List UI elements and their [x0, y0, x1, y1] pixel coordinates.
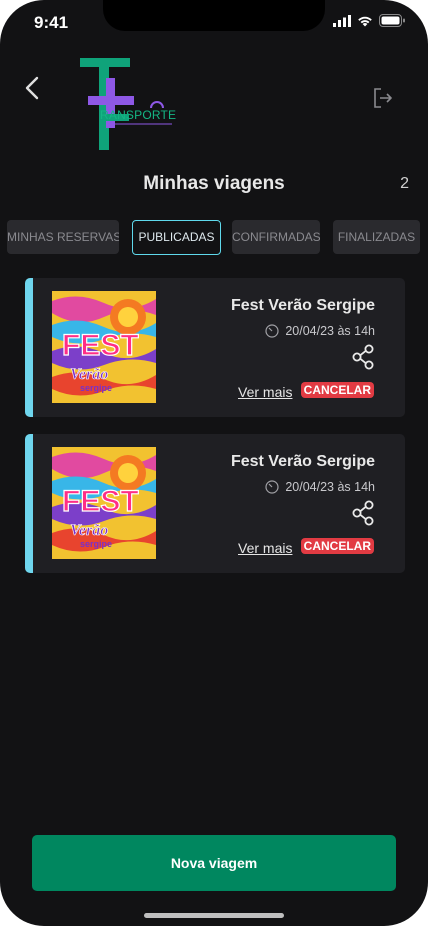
status-icons [333, 14, 406, 27]
tab-confirmadas[interactable]: CONFIRMADAS [232, 220, 320, 254]
trip-date-text: 20/04/23 às 14h [285, 480, 375, 494]
cancel-button[interactable]: CANCELAR [300, 538, 374, 554]
logout-icon[interactable] [371, 86, 395, 110]
card-accent-bar [25, 278, 33, 417]
device-notch [103, 0, 325, 31]
trip-name: Fest Verão Sergipe [230, 453, 375, 470]
share-icon[interactable] [351, 344, 375, 370]
trip-name: Fest Verão Sergipe [230, 297, 375, 314]
cancel-button[interactable]: CANCELAR [300, 382, 374, 398]
trip-date-text: 20/04/23 às 14h [285, 324, 375, 338]
clock-icon [265, 324, 279, 338]
event-poster-image: FEST Verão sergipe [52, 447, 156, 559]
page-title: Minhas viagens [143, 173, 285, 194]
trip-card[interactable]: FEST Verão sergipe Fest Verão Sergipe 20… [25, 434, 405, 573]
trip-card[interactable]: FEST Verão sergipe Fest Verão Sergipe 20… [25, 278, 405, 417]
poster-subtitle2-text: sergipe [80, 383, 112, 393]
tab-bar: MINHAS RESERVAS PUBLICADAS CONFIRMADAS F… [0, 220, 428, 256]
trip-date: 20/04/23 às 14h [265, 480, 375, 494]
poster-subtitle2-text: sergipe [80, 539, 112, 549]
tab-minhas-reservas[interactable]: MINHAS RESERVAS [7, 220, 119, 254]
battery-icon [379, 14, 405, 27]
event-poster-image: FEST Verão sergipe [52, 291, 156, 403]
logo-mark-icon [80, 58, 172, 150]
home-indicator [144, 913, 284, 918]
trip-date: 20/04/23 às 14h [265, 324, 375, 338]
poster-subtitle-text: Verão [70, 366, 108, 383]
tab-finalizadas[interactable]: FINALIZADAS [333, 220, 420, 254]
app-screen: 9:41 RANSPORTE Minhas viagens 2 MINHAS R… [0, 0, 428, 926]
logo-text: RANSPORTE [100, 108, 177, 122]
poster-title-text: FEST [62, 485, 139, 518]
poster-title-text: FEST [62, 329, 139, 362]
back-chevron-icon[interactable] [20, 74, 48, 102]
trip-count: 2 [400, 175, 409, 192]
card-accent-bar [25, 434, 33, 573]
tab-publicadas[interactable]: PUBLICADAS [132, 220, 221, 255]
ver-mais-link[interactable]: Ver mais [238, 540, 292, 556]
poster-subtitle-text: Verão [70, 522, 108, 539]
signal-icon [333, 14, 351, 27]
app-logo: RANSPORTE [78, 56, 178, 152]
wifi-icon [358, 16, 372, 26]
ver-mais-link[interactable]: Ver mais [238, 384, 292, 400]
nova-viagem-button[interactable]: Nova viagem [32, 835, 396, 891]
status-time: 9:41 [34, 13, 69, 32]
share-icon[interactable] [351, 500, 375, 526]
clock-icon [265, 480, 279, 494]
